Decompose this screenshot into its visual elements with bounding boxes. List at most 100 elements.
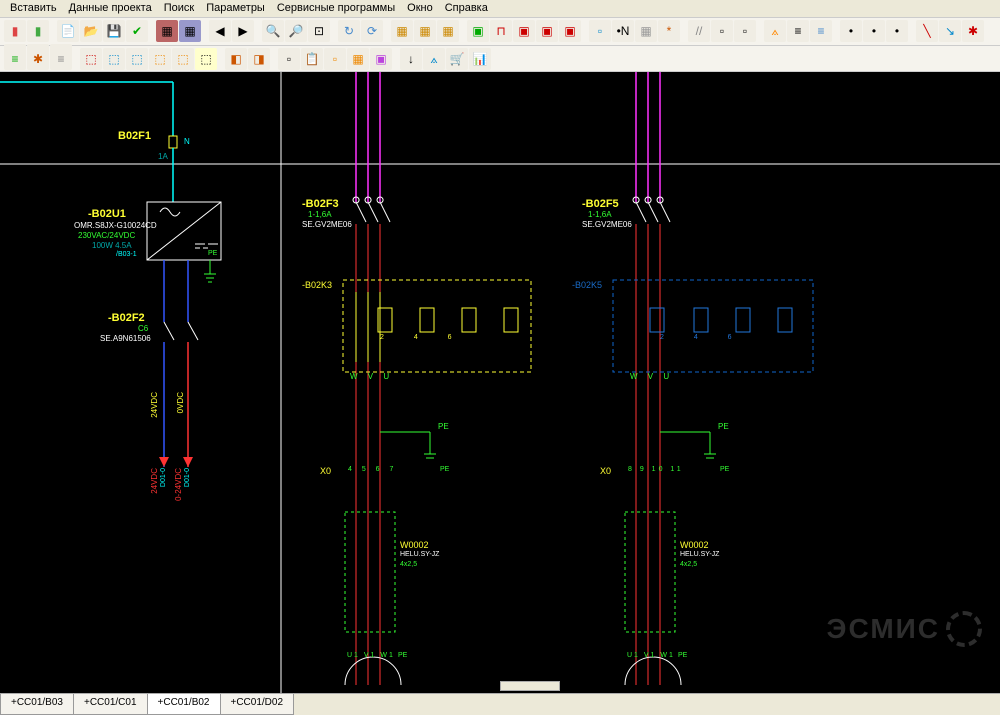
lbl-x0r-pe: PE bbox=[720, 466, 729, 473]
t2-l-icon[interactable]: ▫ bbox=[278, 48, 300, 70]
t2-h-icon[interactable]: ⬚ bbox=[172, 48, 194, 70]
lbl-w0002-l: W0002 bbox=[400, 540, 429, 550]
t2-g-icon[interactable]: ⬚ bbox=[149, 48, 171, 70]
tool-rotate-icon[interactable]: ↻ bbox=[338, 20, 360, 42]
tool-h3-icon[interactable]: ✱ bbox=[962, 20, 984, 42]
lbl-b02f5-model: SE.GV2ME06 bbox=[582, 220, 632, 229]
tool-zoom-out-icon[interactable]: 🔎 bbox=[285, 20, 307, 42]
tool-c1-icon[interactable]: ▣ bbox=[467, 20, 489, 42]
schematic-svg bbox=[0, 72, 1000, 697]
tool-wire-icon[interactable]: ╲ bbox=[916, 20, 938, 42]
tool-e3-icon[interactable]: ▫ bbox=[734, 20, 756, 42]
menu-window[interactable]: Окно bbox=[403, 2, 437, 15]
tool-check-icon[interactable]: ✔ bbox=[126, 20, 148, 42]
gear-icon bbox=[946, 611, 982, 647]
tool-c2-icon[interactable]: ▣ bbox=[513, 20, 535, 42]
menu-service[interactable]: Сервисные программы bbox=[273, 2, 399, 15]
t2-d-icon[interactable]: ⬚ bbox=[80, 48, 102, 70]
toolbar-1: ▮ ▮ 📄 📂 💾 ✔ ▦ ▦ ◀ ▶ 🔍 🔎 ⊡ ↻ ⟳ ▦ ▦ ▦ ▣ ⊓ … bbox=[0, 18, 1000, 46]
tool-a1-icon[interactable]: ▮ bbox=[4, 20, 26, 42]
menu-search[interactable]: Поиск bbox=[160, 2, 198, 15]
lbl-w0002r-m: HELU.SY-JZ bbox=[680, 551, 719, 558]
t2-f-icon[interactable]: ⬚ bbox=[126, 48, 148, 70]
scrollbar-thumb[interactable] bbox=[500, 681, 560, 691]
tool-wifi-icon[interactable]: ⟑ bbox=[764, 20, 786, 42]
tool-d2-icon[interactable]: •N bbox=[612, 20, 634, 42]
schematic-canvas[interactable]: B02F1 N 1A -B02U1 OMR.S8JX-G10024CD 230V… bbox=[0, 72, 1000, 697]
tool-zoom-fit-icon[interactable]: ⊡ bbox=[308, 20, 330, 42]
lbl-x0-r: X0 bbox=[600, 466, 611, 476]
lbl-dr1: D01-0 bbox=[160, 468, 167, 487]
tool-refresh-icon[interactable]: ⟳ bbox=[361, 20, 383, 42]
lbl-ml-pe: PE bbox=[398, 652, 407, 659]
tool-a2-icon[interactable]: ▮ bbox=[27, 20, 49, 42]
tool-m2-icon[interactable]: ▦ bbox=[414, 20, 436, 42]
lbl-b02f3: -B02F3 bbox=[302, 198, 339, 210]
t2-n-icon[interactable]: ▫ bbox=[324, 48, 346, 70]
tab-3[interactable]: +CC01/D02 bbox=[220, 694, 295, 715]
tool-zoom-in-icon[interactable]: 🔍 bbox=[262, 20, 284, 42]
sheet-tabs: +CC01/B03 +CC01/C01 +CC01/B02 +CC01/D02 bbox=[0, 693, 1000, 715]
tool-f2-icon[interactable]: ≡ bbox=[787, 20, 809, 42]
t2-b-icon[interactable]: ✱ bbox=[27, 48, 49, 70]
tool-d4-icon[interactable]: * bbox=[658, 20, 680, 42]
t2-c-icon[interactable]: ≡ bbox=[50, 48, 72, 70]
lbl-mr-pins: U1 V1 W1 bbox=[627, 652, 675, 659]
watermark: ЭСМИС bbox=[827, 611, 982, 647]
tab-1[interactable]: +CC01/C01 bbox=[73, 694, 148, 715]
lbl-b02f2: -B02F2 bbox=[108, 312, 145, 324]
tool-grid2-icon[interactable]: ▦ bbox=[179, 20, 201, 42]
tab-2[interactable]: +CC01/B02 bbox=[147, 694, 221, 715]
lbl-w0002r-s: 4x2,5 bbox=[680, 561, 697, 568]
t2-q-icon[interactable]: ↓ bbox=[400, 48, 422, 70]
t2-o-icon[interactable]: ▦ bbox=[347, 48, 369, 70]
tool-nav-left-icon[interactable]: ◀ bbox=[209, 20, 231, 42]
menu-project-data[interactable]: Данные проекта bbox=[65, 2, 156, 15]
lbl-ml-pins: U1 V1 W1 bbox=[347, 652, 395, 659]
tool-d1-icon[interactable]: ▫ bbox=[589, 20, 611, 42]
t2-p-icon[interactable]: ▣ bbox=[370, 48, 392, 70]
menu-help[interactable]: Справка bbox=[441, 2, 492, 15]
lbl-x0l-pins: 4 5 6 7 bbox=[348, 466, 397, 473]
menu-insert[interactable]: Вставить bbox=[6, 2, 61, 15]
lbl-b02u1-ref: /B03-1 bbox=[116, 251, 137, 258]
t2-m-icon[interactable]: 📋 bbox=[301, 48, 323, 70]
tool-new-icon[interactable]: 📄 bbox=[57, 20, 79, 42]
tool-grid1-icon[interactable]: ▦ bbox=[156, 20, 178, 42]
lbl-w0002l-m: HELU.SY-JZ bbox=[400, 551, 439, 558]
t2-r-icon[interactable]: ⟑ bbox=[423, 48, 445, 70]
tool-e2-icon[interactable]: ▫ bbox=[711, 20, 733, 42]
lbl-w0002-r: W0002 bbox=[680, 540, 709, 550]
lbl-b02f5: -B02F5 bbox=[582, 198, 619, 210]
tool-d3-icon[interactable]: ▦ bbox=[635, 20, 657, 42]
lbl-x0-l: X0 bbox=[320, 466, 331, 476]
tool-f3-icon[interactable]: ≡ bbox=[810, 20, 832, 42]
tool-magnet-icon[interactable]: ⊓ bbox=[490, 20, 512, 42]
tool-h2-icon[interactable]: ↘ bbox=[939, 20, 961, 42]
tool-open-icon[interactable]: 📂 bbox=[80, 20, 102, 42]
tool-m3-icon[interactable]: ▦ bbox=[437, 20, 459, 42]
t2-e-icon[interactable]: ⬚ bbox=[103, 48, 125, 70]
tool-g1-icon[interactable]: • bbox=[840, 20, 862, 42]
menu-params[interactable]: Параметры bbox=[202, 2, 269, 15]
t2-k-icon[interactable]: ◨ bbox=[248, 48, 270, 70]
tool-e1-icon[interactable]: // bbox=[688, 20, 710, 42]
t2-cart-icon[interactable]: 🛒 bbox=[446, 48, 468, 70]
tool-c4-icon[interactable]: ▣ bbox=[559, 20, 581, 42]
lbl-b02u1-s1: 230VAC/24VDC bbox=[78, 231, 135, 240]
tool-g3-icon[interactable]: • bbox=[886, 20, 908, 42]
tool-c3-icon[interactable]: ▣ bbox=[536, 20, 558, 42]
tool-m1-icon[interactable]: ▦ bbox=[391, 20, 413, 42]
t2-chart-icon[interactable]: 📊 bbox=[469, 48, 491, 70]
tab-0[interactable]: +CC01/B03 bbox=[0, 694, 74, 715]
tool-nav-right-icon[interactable]: ▶ bbox=[232, 20, 254, 42]
tool-g2-icon[interactable]: • bbox=[863, 20, 885, 42]
lbl-1a: 1A bbox=[158, 152, 168, 161]
tool-save-icon[interactable]: 💾 bbox=[103, 20, 125, 42]
t2-a-icon[interactable]: ≡ bbox=[4, 48, 26, 70]
t2-j-icon[interactable]: ◧ bbox=[225, 48, 247, 70]
lbl-k3-inner: 2 4 6 bbox=[380, 334, 466, 341]
t2-i-icon[interactable]: ⬚ bbox=[195, 48, 217, 70]
menubar: Вставить Данные проекта Поиск Параметры … bbox=[0, 0, 1000, 18]
lbl-x0r-pins: 8 9 10 11 bbox=[628, 466, 684, 473]
